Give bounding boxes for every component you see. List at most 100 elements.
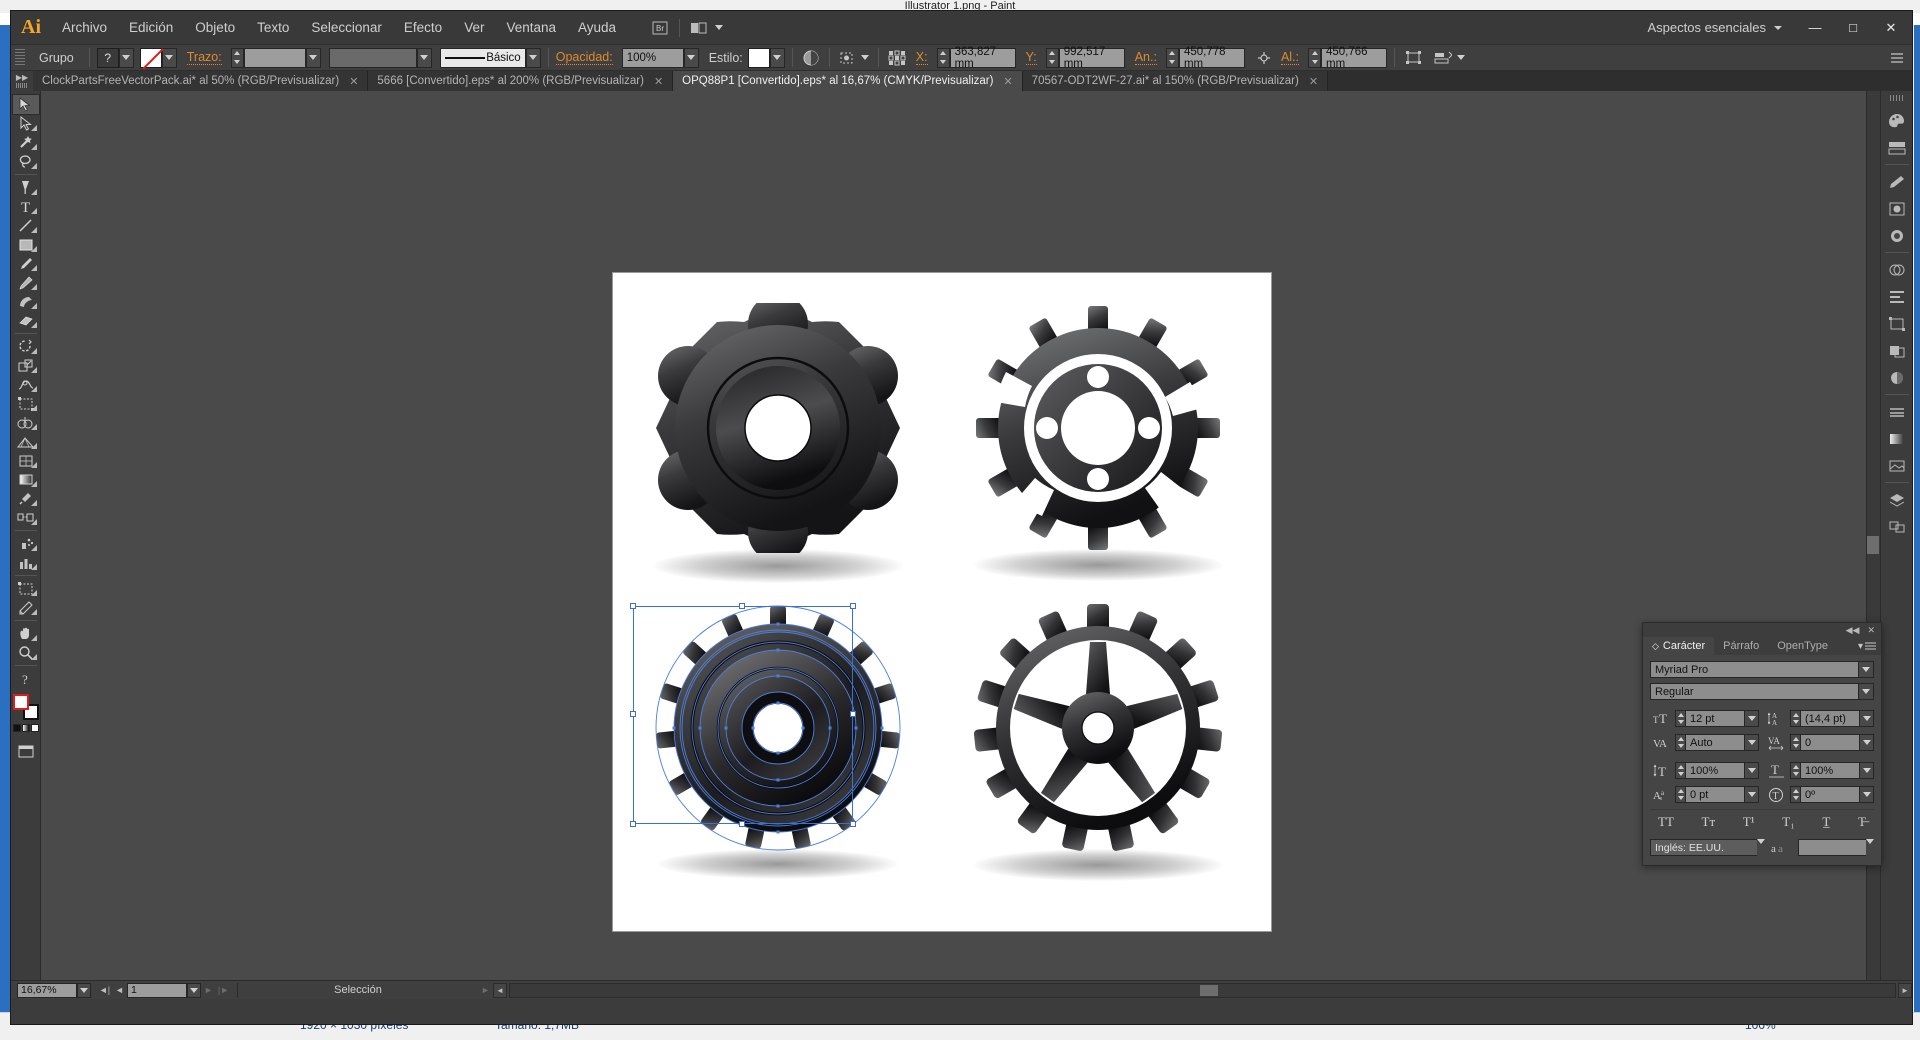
control-bar-grip[interactable] (15, 48, 25, 67)
shape-builder-tool[interactable] (13, 413, 39, 432)
anti-aliasing-caret-icon[interactable] (1866, 839, 1874, 856)
selection-bounding-box[interactable] (630, 603, 856, 827)
tab-close-icon[interactable]: ✕ (1309, 75, 1318, 88)
panel-menu-icon[interactable]: ▾ (1858, 637, 1881, 655)
last-artboard-button[interactable]: |► (216, 983, 231, 998)
baseline-shift-stepper[interactable] (1675, 786, 1686, 803)
vertical-scale-field[interactable]: 100% (1675, 762, 1759, 779)
fill-stroke-indicator[interactable] (12, 694, 39, 720)
paintbrush-tool[interactable] (13, 254, 39, 273)
selection-handle-se[interactable] (850, 821, 856, 827)
menu-efecto[interactable]: Efecto (393, 11, 453, 44)
gear-spoked-wheel[interactable] (953, 603, 1243, 893)
selection-handle-s[interactable] (739, 821, 745, 827)
zoom-tool[interactable] (13, 643, 39, 662)
minimize-button[interactable]: — (1796, 15, 1834, 41)
zoom-level-field[interactable]: 16,67% (17, 982, 77, 998)
screen-mode-icon[interactable] (13, 742, 39, 761)
subscript-button[interactable]: T₁ (1780, 814, 1796, 830)
font-size-stepper[interactable] (1675, 710, 1686, 727)
character-rotation-caret-icon[interactable] (1859, 786, 1874, 803)
menu-ver[interactable]: Ver (453, 11, 495, 44)
font-style-select[interactable]: Regular (1650, 683, 1874, 700)
leading-caret-icon[interactable] (1859, 710, 1874, 727)
artboard-tool[interactable] (13, 579, 39, 598)
rotate-tool[interactable] (13, 337, 39, 356)
opacity-field[interactable]: 100% (621, 47, 684, 68)
opacity-mask-icon[interactable] (800, 48, 822, 68)
maximize-button[interactable]: □ (1834, 15, 1872, 41)
y-field[interactable]: 992,517 mm (1058, 46, 1125, 70)
tracking-field[interactable]: 0 (1790, 734, 1874, 751)
collapse-panel-icon[interactable]: ◀◀ (1846, 625, 1860, 636)
close-panel-icon[interactable]: ✕ (1867, 625, 1875, 636)
stroke-swatch-none[interactable] (139, 47, 162, 68)
anti-aliasing-select[interactable] (1798, 839, 1874, 856)
close-button[interactable]: ✕ (1872, 15, 1910, 41)
horizontal-scale-field[interactable]: 100% (1790, 762, 1874, 779)
pen-tool[interactable] (13, 178, 39, 197)
baseline-shift-field[interactable]: 0 pt (1675, 786, 1759, 803)
language-select[interactable]: Inglés: EE.UU. (1650, 839, 1765, 856)
edit-toolbar-icon[interactable]: ? (13, 669, 39, 688)
document-tab-70567[interactable]: 70567-ODT2WF-27.ai* al 150% (RGB/Previsu… (1022, 71, 1329, 91)
appearance-panel-icon[interactable] (1883, 256, 1911, 283)
selection-handle-sw[interactable] (630, 821, 636, 827)
width-tool[interactable] (13, 375, 39, 394)
pathfinder-panel-icon[interactable] (1883, 337, 1911, 364)
selection-handle-nw[interactable] (630, 603, 636, 609)
scale-tool[interactable] (13, 356, 39, 375)
pencil-tool[interactable] (13, 273, 39, 292)
gear-ring-bearing[interactable] (953, 303, 1243, 593)
menu-seleccionar[interactable]: Seleccionar (300, 11, 393, 44)
character-rotation-field[interactable]: 0º (1790, 786, 1874, 803)
color-guide-panel-icon[interactable] (1883, 134, 1911, 161)
arrange-caret-icon[interactable] (714, 18, 724, 38)
bridge-icon[interactable]: Br (649, 18, 671, 38)
horizontal-scrollbar[interactable] (509, 982, 1896, 998)
lasso-tool[interactable] (13, 152, 39, 171)
symbols-panel-icon[interactable] (1883, 195, 1911, 222)
select-similar-icon[interactable] (837, 48, 859, 68)
stroke-panel-icon[interactable] (1883, 398, 1911, 425)
control-panel-menu-icon[interactable] (1886, 48, 1908, 68)
y-stepper[interactable] (1045, 47, 1059, 68)
color-mode-buttons[interactable] (12, 724, 39, 732)
color-panel-icon[interactable] (1883, 107, 1911, 134)
tab-parrafo[interactable]: Párrafo (1714, 637, 1768, 655)
character-rotation-stepper[interactable] (1790, 786, 1801, 803)
constrain-proportions-icon[interactable] (1253, 48, 1275, 68)
selection-tool[interactable] (11, 94, 40, 115)
tab-bar-grip[interactable]: ▶▶ (11, 71, 33, 91)
tab-close-icon[interactable]: ✕ (349, 75, 358, 88)
selection-handle-e[interactable] (850, 711, 856, 717)
gear-hex-sprocket[interactable] (633, 294, 923, 593)
vertical-scale-caret-icon[interactable] (1744, 762, 1759, 779)
layers-panel-icon[interactable] (1883, 486, 1911, 513)
strikethrough-button[interactable]: T̶ (1856, 814, 1868, 830)
leading-field[interactable]: (14,4 pt) (1790, 710, 1874, 727)
tab-caracter[interactable]: ◇ Carácter (1643, 637, 1715, 655)
horizontal-scale-caret-icon[interactable] (1859, 762, 1874, 779)
artboards-panel-icon[interactable] (1883, 513, 1911, 540)
superscript-button[interactable]: T¹ (1741, 814, 1757, 830)
rectangle-tool[interactable] (13, 235, 39, 254)
transform-panel-icon[interactable] (1883, 310, 1911, 337)
hscroll-right-button[interactable]: ► (1898, 982, 1912, 998)
stroke-style-select[interactable]: Básico (439, 47, 526, 68)
fill-swatch[interactable]: ? (96, 47, 119, 68)
gradient-tool[interactable] (13, 470, 39, 489)
x-stepper[interactable] (936, 47, 950, 68)
document-tab-opq88p1[interactable]: OPQ88P1 [Convertido].eps* al 16,67% (CMY… (673, 71, 1023, 91)
links-panel-icon[interactable] (1883, 452, 1911, 479)
brushes-panel-icon[interactable] (1883, 168, 1911, 195)
mesh-tool[interactable] (13, 451, 39, 470)
artboard-dropdown-icon[interactable] (187, 982, 201, 998)
stroke-weight-dropdown-icon[interactable] (305, 47, 321, 68)
menu-texto[interactable]: Texto (246, 11, 300, 44)
width-stepper[interactable] (1165, 47, 1179, 68)
character-panel[interactable]: ◀◀ ✕ ◇ Carácter Párrafo OpenType ▾ Myria… (1642, 622, 1882, 866)
eraser-tool[interactable] (13, 311, 39, 330)
artboard-number-field[interactable]: 1 (127, 982, 187, 998)
leading-stepper[interactable] (1790, 710, 1801, 727)
